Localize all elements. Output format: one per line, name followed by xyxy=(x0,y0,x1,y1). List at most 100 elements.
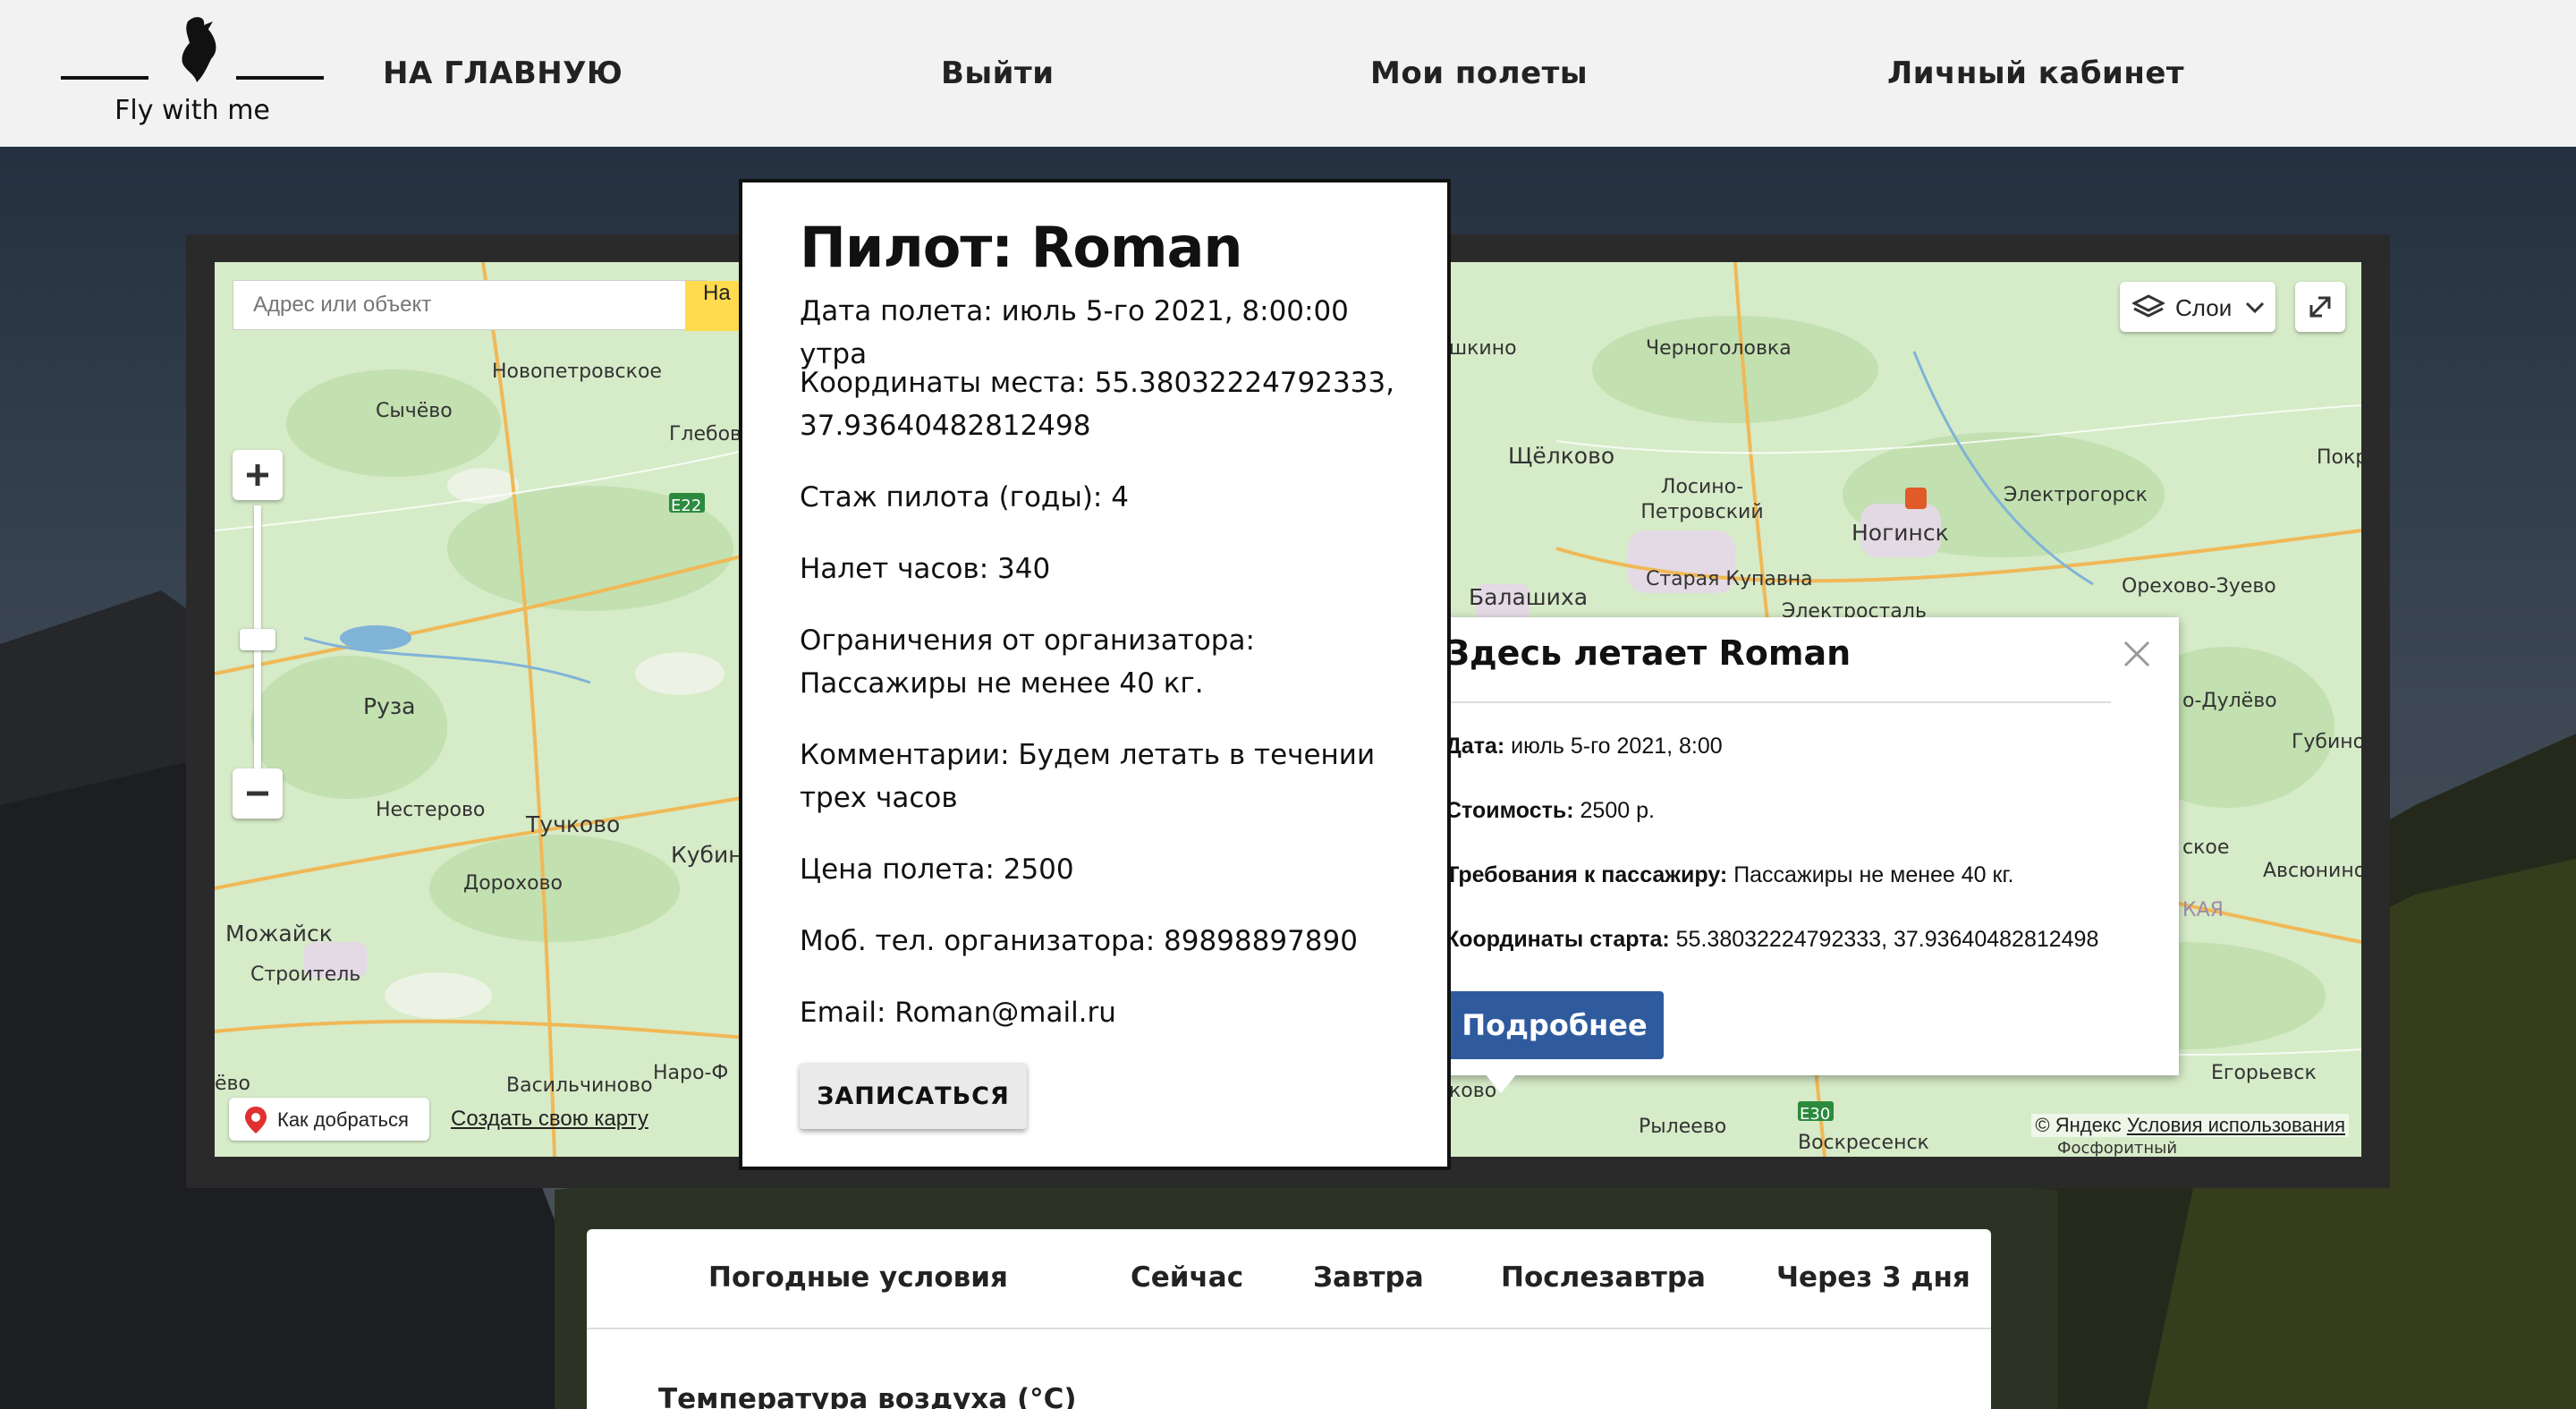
city-label: ёво xyxy=(215,1073,250,1095)
modal-comments: Комментарии: Будем летать в течении трех… xyxy=(800,739,1376,814)
city-label: Балашиха xyxy=(1469,584,1589,610)
city-label: Щёлково xyxy=(1508,443,1615,469)
balloon-coords-row: Координаты старта: 55.38032224792333, 37… xyxy=(1445,927,2098,953)
route-button[interactable]: Как добраться xyxy=(229,1098,429,1141)
balloon-req-value: Пассажиры не менее 40 кг. xyxy=(1733,862,2014,887)
city-label: Лосино-Петровский xyxy=(1640,476,1764,523)
city-label: шкино xyxy=(1449,337,1517,360)
zoom-in-button[interactable] xyxy=(233,450,283,500)
map-layers-button[interactable]: Слои xyxy=(2120,282,2275,332)
nav-cabinet-link[interactable]: Личный кабинет xyxy=(1887,55,2184,91)
weather-panel: Погодные условия Сейчас Завтра Послезавт… xyxy=(587,1229,1991,1409)
close-icon[interactable] xyxy=(2122,639,2152,669)
city-label: Новопетровское xyxy=(492,361,662,383)
weather-tab-tomorrow[interactable]: Завтра xyxy=(1313,1261,1424,1294)
nav-home-link[interactable]: НА ГЛАВНУЮ xyxy=(383,55,623,91)
logo-text: Fly with me xyxy=(114,95,270,126)
road-label-e30: E30 xyxy=(1800,1105,1831,1124)
nav-my-flights-link[interactable]: Мои полеты xyxy=(1370,55,1588,91)
weather-tabs: Погодные условия Сейчас Завтра Послезавт… xyxy=(587,1229,1991,1329)
balloon-price-value: 2500 р. xyxy=(1580,798,1655,823)
city-label: Руза xyxy=(363,693,416,719)
map-fullscreen-button[interactable] xyxy=(2295,282,2345,332)
city-label: Нестерово xyxy=(376,799,486,821)
map-zoom-control xyxy=(233,450,283,844)
city-label: Ногинск xyxy=(1852,520,1949,546)
city-label: Кубин xyxy=(671,842,743,868)
road-label-e22: E22 xyxy=(671,497,702,515)
plus-icon xyxy=(247,464,268,486)
balloon-date-label: Дата: xyxy=(1445,734,1505,759)
enroll-button[interactable]: ЗАПИСАТЬСЯ xyxy=(800,1063,1027,1129)
map-pin-icon xyxy=(245,1107,267,1133)
expand-icon xyxy=(2309,296,2331,318)
city-label: Электрогорск xyxy=(2004,484,2148,506)
map-search-box: На xyxy=(233,280,757,331)
city-label: Старая Купавна xyxy=(1646,568,1813,590)
city-label: Егорьевск xyxy=(2211,1062,2317,1084)
city-label: Строитель xyxy=(250,963,361,986)
balloon-title: Здесь летает Roman xyxy=(1445,633,1852,673)
nav-logout-link[interactable]: Выйти xyxy=(941,55,1055,91)
copyright-owner: © Яндекс xyxy=(2035,1114,2122,1136)
pilot-details-modal: Пилот: Roman Дата полета: июль 5-го 2021… xyxy=(739,179,1451,1170)
balloon-date-row: Дата: июль 5-го 2021, 8:00 xyxy=(1445,734,1723,760)
zoom-slider-handle[interactable] xyxy=(240,629,275,650)
city-label: Наро-Ф xyxy=(653,1062,729,1084)
map-copyright: © Яндекс Условия использования xyxy=(2031,1114,2349,1137)
city-label: ское xyxy=(2182,836,2230,859)
balloon-req-label: Требования к пассажиру: xyxy=(1445,862,1728,887)
balloon-price-row: Стоимость: 2500 р. xyxy=(1445,798,1655,824)
balloon-coords-label: Координаты старта: xyxy=(1445,927,1670,952)
city-label: Авсюнино xyxy=(2263,860,2361,882)
eagle-logo-icon xyxy=(61,17,324,82)
create-map-link[interactable]: Создать свою карту xyxy=(451,1107,648,1132)
balloon-coords-value: 55.38032224792333, 37.93640482812498 xyxy=(1675,927,2099,952)
city-label: Дорохово xyxy=(463,872,563,895)
city-label: Покро xyxy=(2317,446,2361,469)
modal-email: Email: Roman@mail.ru xyxy=(800,997,1116,1029)
modal-restrictions: Ограничения от организатора: Пассажиры н… xyxy=(800,624,1255,700)
city-label: Орехово-Зуево xyxy=(2122,575,2276,598)
city-label: КАЯ xyxy=(2182,899,2224,921)
balloon-more-button[interactable]: Подробнее xyxy=(1445,991,1664,1059)
chevron-down-icon xyxy=(2245,301,2265,314)
city-label: Рылеево xyxy=(1639,1116,1727,1138)
modal-title: Пилот: Roman xyxy=(800,215,1243,280)
city-label: Васильчиново xyxy=(506,1074,653,1097)
city-label: Глебов xyxy=(669,423,742,446)
terms-link[interactable]: Условия использования xyxy=(2127,1114,2345,1136)
weather-temperature-label: Температура воздуха (°C) xyxy=(658,1383,1077,1409)
modal-flight-hours: Налет часов: 340 xyxy=(800,553,1051,585)
city-label: Сычёво xyxy=(376,400,453,422)
balloon-req-row: Требования к пассажиру: Пассажиры не мен… xyxy=(1445,862,2013,888)
city-label: о-Дулёво xyxy=(2182,690,2277,712)
modal-price: Цена полета: 2500 xyxy=(800,853,1074,886)
modal-coordinates: Координаты места: 55.38032224792333, 37.… xyxy=(800,367,1394,442)
balloon-divider xyxy=(1445,701,2111,703)
minus-icon xyxy=(247,791,268,796)
site-logo[interactable]: Fly with me xyxy=(54,13,331,129)
route-label: Как добраться xyxy=(277,1108,409,1131)
modal-pilot-experience: Стаж пилота (годы): 4 xyxy=(800,481,1129,514)
weather-tab-conditions[interactable]: Погодные условия xyxy=(708,1261,1008,1294)
balloon-tail xyxy=(1485,1074,1517,1093)
weather-tab-day-after[interactable]: Послезавтра xyxy=(1501,1261,1706,1294)
balloon-price-label: Стоимость: xyxy=(1445,798,1574,823)
map-balloon-popup: Здесь летает Roman Дата: июль 5-го 2021,… xyxy=(1395,617,2179,1075)
city-label: Воскресенск xyxy=(1798,1132,1929,1154)
map-search-input[interactable] xyxy=(233,281,681,329)
layers-icon xyxy=(2132,294,2165,318)
city-label: Тучково xyxy=(526,811,621,837)
city-label: Можайск xyxy=(225,921,333,946)
layers-label: Слои xyxy=(2175,294,2233,321)
city-label: Губино xyxy=(2292,731,2361,753)
zoom-out-button[interactable] xyxy=(233,768,283,819)
weather-tab-now[interactable]: Сейчас xyxy=(1131,1261,1243,1294)
city-label: Черноголовка xyxy=(1646,337,1792,360)
city-label: Фосфоритный xyxy=(2057,1139,2178,1157)
modal-phone: Моб. тел. организатора: 89898897890 xyxy=(800,925,1358,957)
balloon-date-value: июль 5-го 2021, 8:00 xyxy=(1511,734,1723,759)
weather-tab-in-3-days[interactable]: Через 3 дня xyxy=(1776,1261,1970,1294)
top-navbar: Fly with me НА ГЛАВНУЮ Выйти Мои полеты … xyxy=(0,0,2576,147)
